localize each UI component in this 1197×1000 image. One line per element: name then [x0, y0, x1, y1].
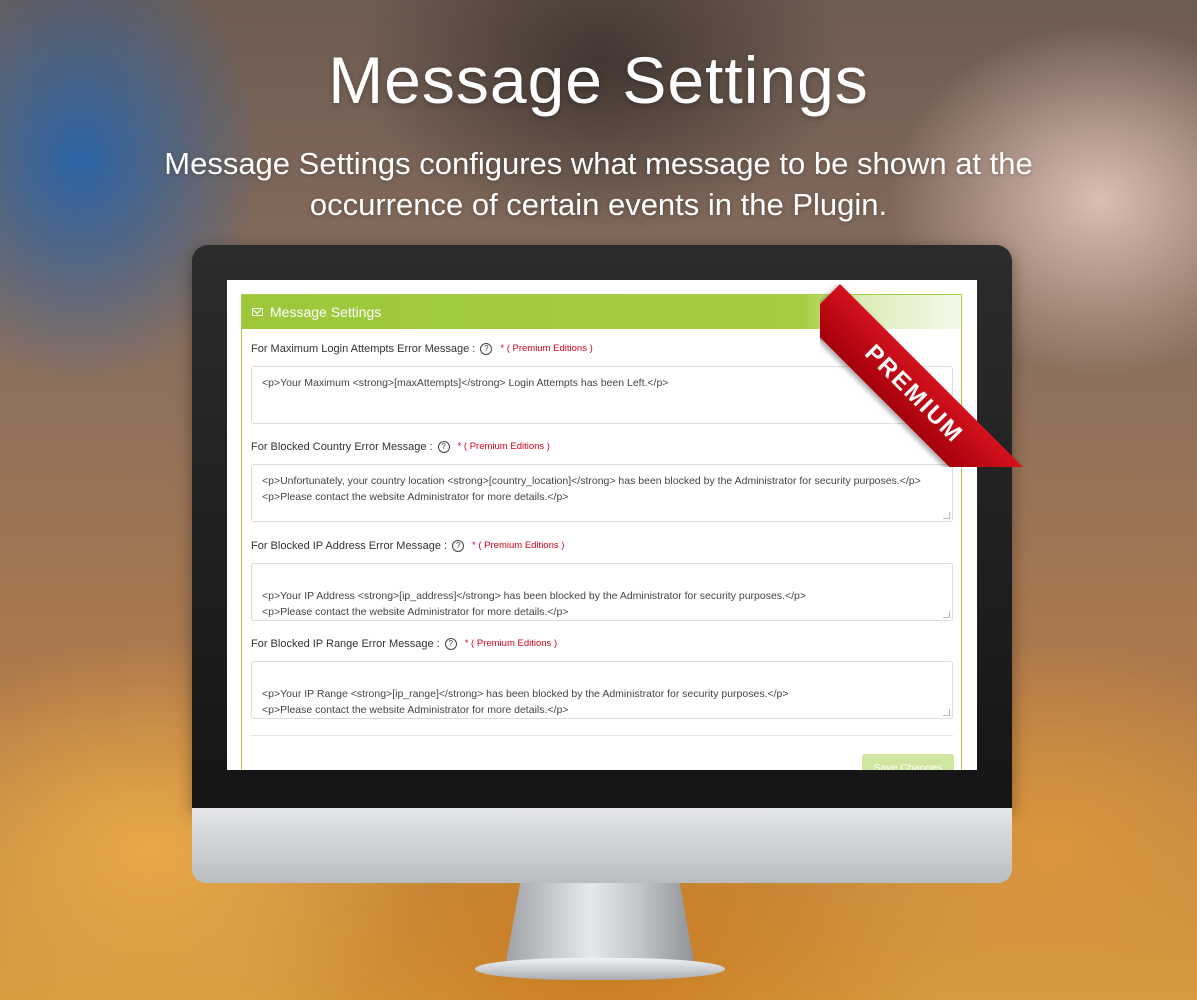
premium-ribbon: PREMIUM — [820, 232, 1035, 467]
hero-title: Message Settings — [328, 43, 869, 117]
help-icon[interactable]: ? — [452, 540, 465, 552]
divider — [251, 735, 953, 736]
textarea-value: <p>Your Maximum <strong>[maxAttempts]</s… — [262, 377, 669, 389]
monitor-foot — [475, 958, 725, 980]
blocked-country-textarea[interactable]: <p>Unfortunately, your country location … — [251, 464, 953, 522]
monitor-stand — [505, 883, 695, 968]
premium-ribbon-label: PREMIUM — [820, 284, 1024, 467]
help-icon[interactable]: ? — [444, 638, 457, 650]
blocked-ip-range-field: For Blocked IP Range Error Message : ? *… — [251, 635, 953, 719]
field-label: For Blocked IP Address Error Message : — [251, 540, 448, 552]
textarea-value: <p>Your IP Address <strong>[ip_address]<… — [262, 590, 807, 618]
blocked-ip-address-field: For Blocked IP Address Error Message : ?… — [251, 537, 953, 621]
resize-handle[interactable] — [943, 709, 950, 716]
save-changes-button[interactable]: Save Changes — [862, 754, 954, 770]
field-label: For Maximum Login Attempts Error Message… — [251, 343, 476, 355]
field-label: For Blocked Country Error Message : — [251, 441, 433, 453]
resize-handle[interactable] — [943, 611, 950, 618]
premium-note: * ( Premium Editions ) — [500, 343, 593, 354]
blocked-ip-address-textarea[interactable]: <p>Your IP Address <strong>[ip_address]<… — [251, 563, 953, 621]
premium-note: * ( Premium Editions ) — [457, 441, 550, 452]
textarea-value: <p>Your IP Range <strong>[ip_range]</str… — [262, 688, 789, 716]
monitor-chin — [192, 808, 1012, 883]
help-icon[interactable]: ? — [480, 343, 493, 355]
panel-title: Message Settings — [270, 304, 382, 320]
textarea-value: <p>Unfortunately, your country location … — [262, 475, 921, 503]
hero-subtitle: Message Settings configures what message… — [164, 146, 1033, 222]
field-label: For Blocked IP Range Error Message : — [251, 638, 440, 650]
mail-icon — [252, 308, 263, 316]
premium-note: * ( Premium Editions ) — [472, 540, 565, 551]
resize-handle[interactable] — [943, 512, 950, 519]
blocked-ip-range-textarea[interactable]: <p>Your IP Range <strong>[ip_range]</str… — [251, 661, 953, 719]
premium-note: * ( Premium Editions ) — [464, 638, 558, 649]
help-icon[interactable]: ? — [437, 441, 450, 453]
